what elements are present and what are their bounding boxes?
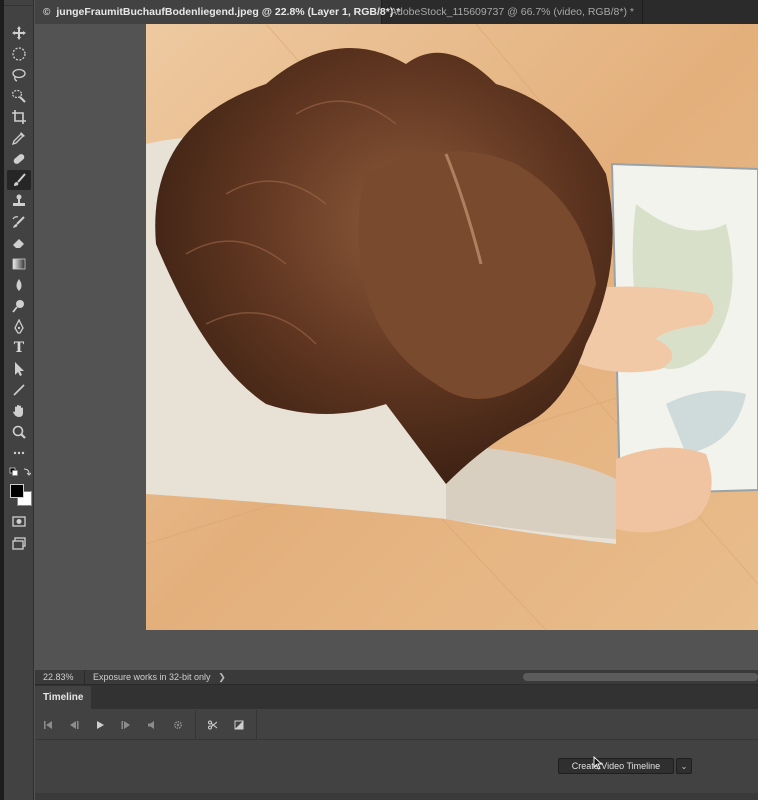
- more-tools-icon[interactable]: [7, 446, 31, 460]
- history-brush-tool-icon[interactable]: [7, 212, 31, 232]
- healing-brush-tool-icon[interactable]: [7, 149, 31, 169]
- gradient-tool-icon[interactable]: [7, 254, 31, 274]
- line-tool-icon[interactable]: [7, 380, 31, 400]
- timeline-type-dropdown[interactable]: ⌄: [676, 758, 692, 774]
- go-to-first-frame-icon[interactable]: [35, 710, 61, 740]
- timeline-tab-bar: Timeline: [35, 685, 758, 709]
- split-at-playhead-scissors-icon[interactable]: [200, 710, 226, 740]
- zoom-tool-icon[interactable]: [7, 422, 31, 442]
- quick-selection-tool-icon[interactable]: [7, 86, 31, 106]
- default-colors-icon[interactable]: [9, 467, 31, 479]
- blur-tool-icon[interactable]: [7, 275, 31, 295]
- status-info-text: Exposure works in 32-bit only: [93, 672, 211, 682]
- screen-mode-icon[interactable]: [7, 533, 31, 553]
- timeline-footer: [35, 793, 758, 800]
- brush-tool-icon[interactable]: [7, 170, 31, 190]
- horizontal-scrollbar[interactable]: [523, 673, 758, 681]
- document-tab-label: AdobeStock_115609737 @ 66.7% (video, RGB…: [390, 6, 634, 18]
- document-canvas[interactable]: [146, 24, 758, 630]
- playback-settings-gear-icon[interactable]: [165, 710, 191, 740]
- document-tab-active[interactable]: © junge­FraumitBuchaufBodenliegend.jpeg …: [35, 0, 400, 24]
- next-frame-icon[interactable]: [113, 710, 139, 740]
- move-tool-icon[interactable]: [7, 23, 31, 43]
- create-video-timeline-group: Create Video Timeline ⌄: [558, 758, 692, 774]
- type-tool-glyph: T: [13, 340, 25, 356]
- previous-frame-icon[interactable]: [61, 710, 87, 740]
- tools-panel-grip[interactable]: [4, 0, 33, 6]
- eyedropper-tool-icon[interactable]: [7, 128, 31, 148]
- mouse-cursor-icon: [593, 756, 603, 770]
- type-tool-icon[interactable]: T: [7, 338, 31, 358]
- zoom-level-field[interactable]: 22.83%: [35, 670, 85, 684]
- divider: [256, 709, 257, 740]
- path-selection-tool-icon[interactable]: [7, 359, 31, 379]
- clone-stamp-tool-icon[interactable]: [7, 191, 31, 211]
- document-tab-label: junge­FraumitBuchaufBodenliegend.jpeg @ …: [56, 6, 401, 18]
- document-tab-bar: © junge­FraumitBuchaufBodenliegend.jpeg …: [35, 0, 758, 24]
- foreground-color-swatch[interactable]: [10, 484, 24, 498]
- status-menu-arrow-icon[interactable]: ❯: [217, 670, 227, 684]
- tools-panel: T: [4, 0, 34, 800]
- crop-tool-icon[interactable]: [7, 107, 31, 127]
- status-bar: 22.83% Exposure works in 32-bit only ❯: [35, 670, 758, 684]
- document-tab-inactive[interactable]: AdobeStock_115609737 @ 66.7% (video, RGB…: [382, 0, 643, 24]
- timeline-panel: Timeline Create Video Timeline ⌄: [35, 684, 758, 800]
- pen-tool-icon[interactable]: [7, 317, 31, 337]
- play-icon[interactable]: [87, 710, 113, 740]
- lasso-tool-icon[interactable]: [7, 65, 31, 85]
- quick-mask-icon[interactable]: [7, 511, 31, 531]
- eraser-tool-icon[interactable]: [7, 233, 31, 253]
- canvas-pasteboard[interactable]: [35, 24, 758, 670]
- transition-icon[interactable]: [226, 710, 252, 740]
- tab-timeline[interactable]: Timeline: [35, 686, 92, 709]
- audio-mute-icon[interactable]: [139, 710, 165, 740]
- timeline-controls: [35, 709, 758, 740]
- close-tab-icon[interactable]: ©: [43, 7, 50, 18]
- marquee-tool-icon[interactable]: [7, 44, 31, 64]
- divider: [195, 709, 196, 740]
- dodge-tool-icon[interactable]: [7, 296, 31, 316]
- create-video-timeline-button[interactable]: Create Video Timeline: [558, 758, 674, 774]
- hand-tool-icon[interactable]: [7, 401, 31, 421]
